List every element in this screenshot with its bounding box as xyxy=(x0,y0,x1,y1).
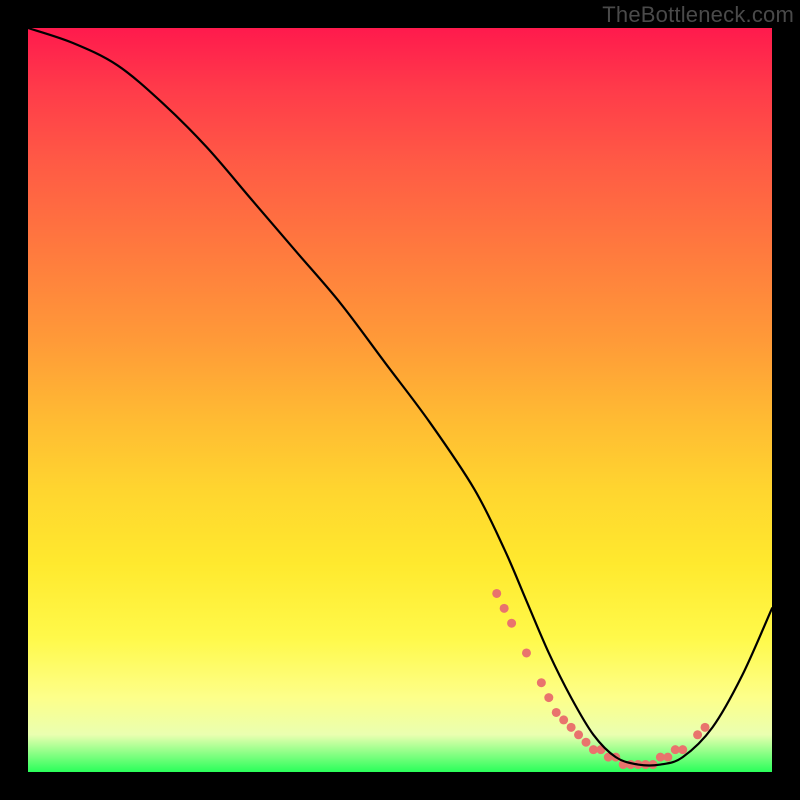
data-marker xyxy=(544,693,553,702)
data-marker xyxy=(522,648,531,657)
bottleneck-curve xyxy=(28,28,772,765)
data-marker xyxy=(507,619,516,628)
data-marker xyxy=(559,715,568,724)
plot-area xyxy=(28,28,772,772)
watermark-text: TheBottleneck.com xyxy=(602,2,794,28)
data-marker xyxy=(500,604,509,613)
data-marker xyxy=(492,589,501,598)
data-marker xyxy=(552,708,561,717)
data-marker xyxy=(663,753,672,762)
data-marker xyxy=(701,723,710,732)
outer-frame: TheBottleneck.com xyxy=(0,0,800,800)
data-marker xyxy=(537,678,546,687)
data-marker xyxy=(678,745,687,754)
data-marker xyxy=(693,730,702,739)
data-marker xyxy=(574,730,583,739)
data-marker xyxy=(582,738,591,747)
data-marker xyxy=(567,723,576,732)
marker-group xyxy=(492,589,709,769)
chart-svg xyxy=(28,28,772,772)
